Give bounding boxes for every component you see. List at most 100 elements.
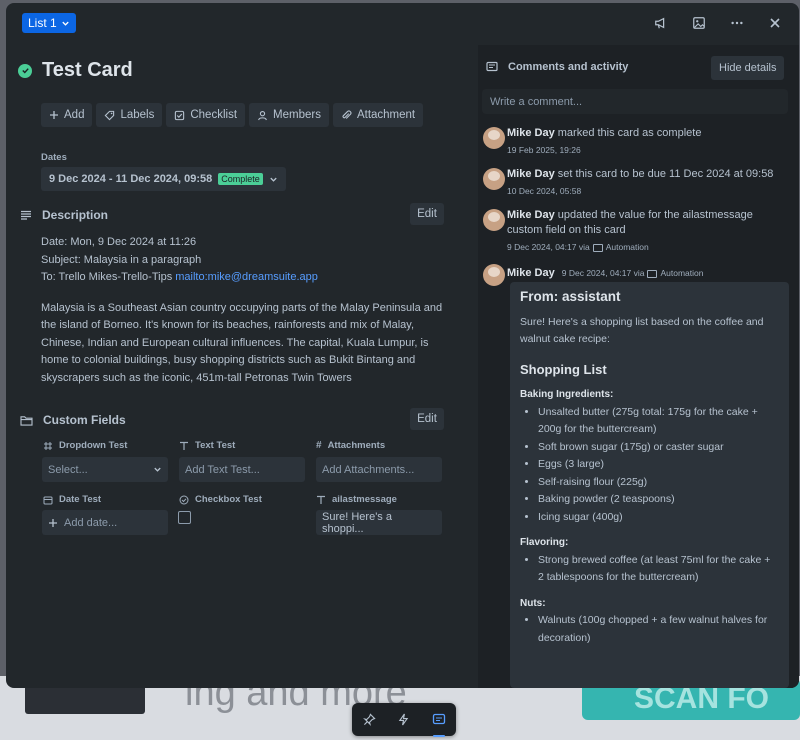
list-item: Unsalted butter (275g total: 175g for th… (538, 404, 779, 439)
attachment-label: Attachment (356, 109, 416, 121)
list-item: Icing sugar (400g) (538, 509, 779, 527)
chevron-down-icon (154, 467, 161, 472)
description-heading: Description (20, 208, 108, 222)
comment-body[interactable]: From: assistant Sure! Here's a shopping … (510, 282, 789, 688)
text-field-icon (180, 441, 188, 450)
dates-value: 9 Dec 2024 - 11 Dec 2024, 09:58 (49, 173, 213, 185)
checkbox-test-label: Checkbox Test (179, 494, 262, 505)
dates-button[interactable]: 9 Dec 2024 - 11 Dec 2024, 09:58 Complete (41, 167, 286, 191)
date-test-input[interactable]: Add date... (42, 510, 168, 535)
list-label: List 1 (28, 16, 57, 30)
list-item: Walnuts (100g chopped + a few walnut hal… (538, 612, 779, 647)
dropdown-test-select[interactable]: Select... (42, 457, 168, 482)
comments-heading: Comments and activity (486, 61, 628, 73)
comment-intro: Sure! Here's a shopping list based on th… (520, 315, 764, 346)
complete-check-icon[interactable] (18, 63, 32, 78)
activity-item: Mike Day updated the value for the ailas… (507, 208, 787, 255)
comment-header: Mike Day 9 Dec 2024, 04:17 via Automatio… (507, 266, 704, 281)
image-icon[interactable] (689, 13, 709, 33)
members-label: Members (273, 109, 321, 121)
custom-fields-title: Custom Fields (43, 413, 126, 427)
avatar[interactable] (483, 209, 505, 231)
ingredient-list: Walnuts (100g chopped + a few walnut hal… (520, 612, 779, 647)
checkbox-test-checkbox[interactable] (178, 511, 191, 524)
ingredient-list: Unsalted butter (275g total: 175g for th… (520, 404, 779, 527)
description-line: Subject: Malaysia in a paragraph (41, 253, 202, 266)
email-link[interactable]: mailto:mike@dreamsuite.app (175, 271, 318, 283)
edit-custom-fields-button[interactable]: Edit (410, 408, 444, 430)
activity-time[interactable]: 19 Feb 2025, 19:26 (507, 143, 787, 158)
text-field-icon (317, 495, 325, 504)
comment-time[interactable]: 9 Dec 2024, 04:17 via Automation (562, 266, 704, 281)
labels-button[interactable]: Labels (96, 103, 163, 127)
edit-description-button[interactable]: Edit (410, 203, 444, 225)
activity-time[interactable]: 9 Dec 2024, 04:17 via Automation (507, 240, 787, 255)
paperclip-icon (342, 109, 352, 119)
labels-label: Labels (120, 109, 155, 121)
plus-icon (49, 518, 57, 527)
group-title: Flavoring: (520, 537, 569, 548)
avatar[interactable] (483, 264, 505, 286)
chevron-down-icon (270, 177, 277, 182)
list-item: Eggs (3 large) (538, 456, 779, 474)
check-circle-icon (179, 495, 189, 504)
modal-header: List 1 (6, 3, 799, 45)
text-test-input[interactable]: Add Text Test... (179, 457, 305, 482)
avatar[interactable] (483, 127, 505, 149)
description-line: To: Trello Mikes-Trello-Tips mailto:mike… (41, 271, 318, 283)
card-title[interactable]: Test Card (42, 59, 133, 82)
list-item: Baking powder (2 teaspoons) (538, 491, 779, 509)
checklist-label: Checklist (190, 109, 238, 121)
members-button[interactable]: Members (249, 103, 329, 127)
ailastmessage-label: ailastmessage (316, 494, 397, 505)
bottom-toolbar (352, 703, 456, 737)
description-paragraph: Malaysia is a Southeast Asian country oc… (41, 301, 443, 384)
add-button[interactable]: Add (41, 103, 93, 127)
ingredient-list: Strong brewed coffee (at least 75ml for … (520, 552, 779, 587)
card-actions: Add Labels Checklist Members Attachment (41, 103, 424, 127)
avatar[interactable] (483, 168, 505, 190)
group-title: Nuts: (520, 597, 546, 609)
complete-badge: Complete (218, 173, 263, 185)
attachment-button[interactable]: Attachment (332, 103, 424, 127)
lightning-icon[interactable] (393, 709, 415, 731)
close-icon[interactable] (765, 13, 785, 33)
comments-panel-icon[interactable] (428, 709, 450, 737)
shopping-list-title: Shopping List (520, 361, 607, 377)
folder-icon (20, 415, 33, 426)
add-label: Add (64, 109, 85, 121)
automation-icon (647, 269, 658, 278)
description-title: Description (42, 208, 109, 222)
attachments-label: # Attachments (316, 440, 386, 451)
group-title: Baking Ingredients: (520, 389, 614, 400)
dates-label: Dates (41, 152, 67, 163)
dropdown-field-icon (44, 441, 52, 450)
list-item: Strong brewed coffee (at least 75ml for … (538, 552, 779, 587)
megaphone-icon[interactable] (651, 13, 671, 33)
card-title-row: Test Card (18, 59, 133, 82)
activity-item: Mike Day marked this card as complete 19… (507, 126, 787, 158)
background-button (25, 684, 145, 714)
dropdown-test-label: Dropdown Test (43, 440, 127, 451)
calendar-icon (43, 496, 53, 504)
description-body[interactable]: Date: Mon, 9 Dec 2024 at 11:26 Subject: … (41, 234, 446, 387)
custom-fields-heading: Custom Fields (20, 413, 126, 427)
list-item: Self-raising flour (225g) (538, 474, 779, 492)
pin-icon[interactable] (358, 709, 380, 731)
activity-item: Mike Day set this card to be due 11 Dec … (507, 167, 787, 199)
checklist-button[interactable]: Checklist (166, 103, 246, 127)
description-icon (21, 210, 31, 220)
person-icon (258, 110, 267, 120)
ailastmessage-input[interactable]: Sure! Here's a shoppi... (316, 510, 442, 535)
hash-icon: # (316, 440, 322, 451)
attachments-input[interactable]: Add Attachments... (316, 457, 442, 482)
text-test-label: Text Test (179, 440, 235, 451)
activity-time[interactable]: 10 Dec 2024, 05:58 (507, 184, 787, 199)
list-selector[interactable]: List 1 (22, 13, 76, 33)
plus-icon (50, 111, 58, 119)
more-icon[interactable] (727, 13, 747, 33)
automation-icon (592, 243, 603, 252)
tag-icon (105, 110, 115, 120)
write-comment-input[interactable]: Write a comment... (482, 89, 788, 114)
hide-details-button[interactable]: Hide details (711, 56, 785, 80)
